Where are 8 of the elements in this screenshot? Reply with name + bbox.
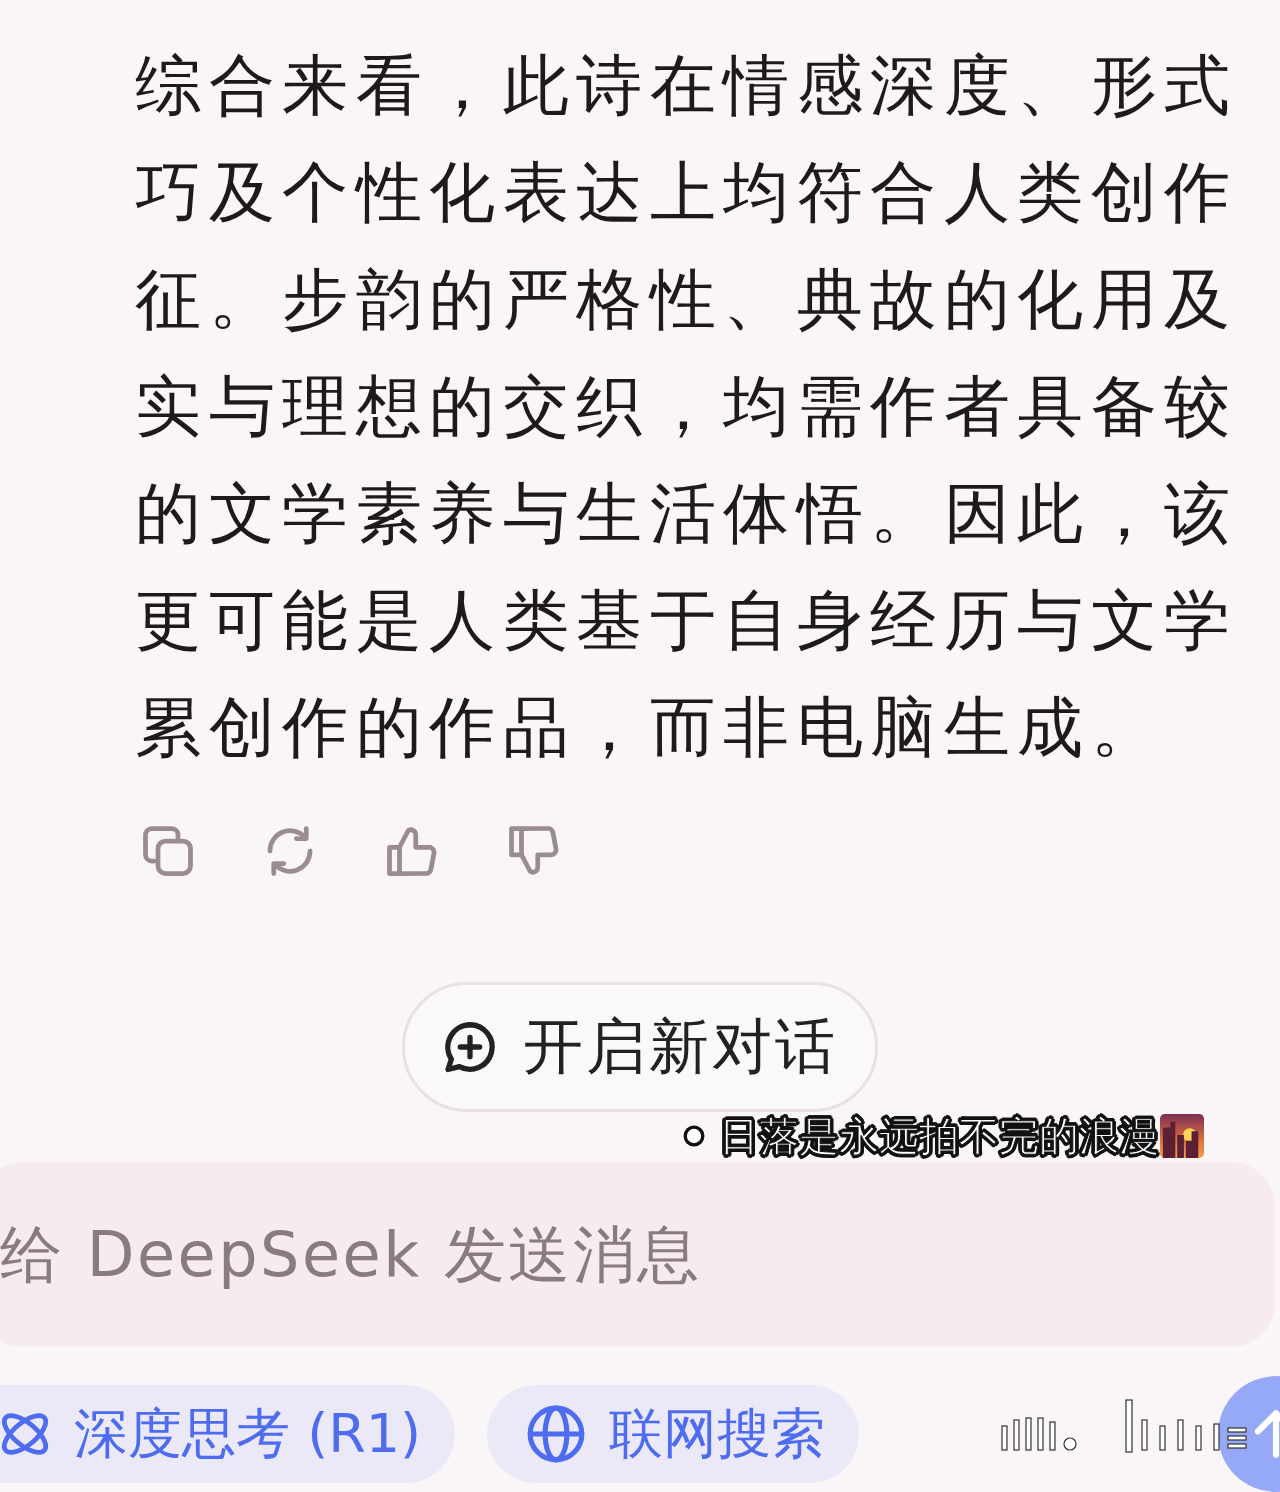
new-chat-button[interactable]: 开启新对话 xyxy=(402,982,878,1112)
deep-think-button[interactable]: 深度思考 (R1) xyxy=(0,1385,456,1483)
caption-text: 日落是永远拍不完的浪漫 xyxy=(719,1114,1159,1158)
web-search-button[interactable]: 联网搜索 xyxy=(487,1385,860,1483)
message-input[interactable]: 给 DeepSeek 发送消息 xyxy=(0,1162,1275,1347)
sunset-city-icon xyxy=(1159,1114,1205,1158)
answer-paragraph: 综合来看，此诗在情感深度、形式 巧及个性化表达上均符合人类创作 征。步韵的严格性、典故的化用及 实与理想的交织，均需作者具备较 的文学素养与生活体悟。因此，该 更可能是人类基于自身经历与文学 累创作的作品，而非电脑生成。 xyxy=(135,46,1238,768)
dot-icon xyxy=(683,1125,705,1147)
